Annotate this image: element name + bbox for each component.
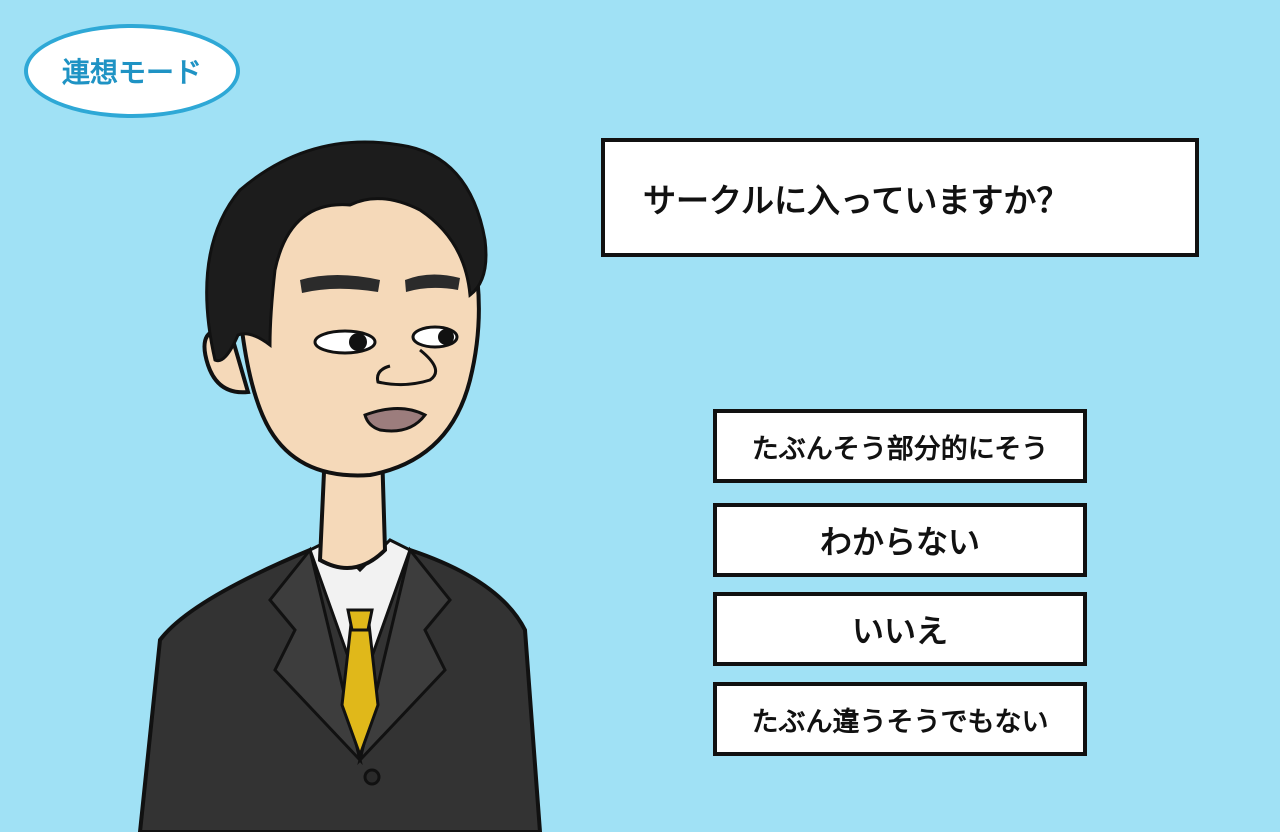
question-box: サークルに入っていますか？ <box>601 138 1199 257</box>
character-illustration <box>137 140 543 832</box>
answer-label: たぶんそう部分的にそう <box>751 433 1049 465</box>
question-text: サークルに入っていますか？ <box>643 180 1070 220</box>
answer-label: いいえ <box>851 612 948 650</box>
jacket-button <box>363 768 381 786</box>
answer-probably-not-button[interactable]: たぶん違うそうでもない <box>713 682 1087 756</box>
answer-label: わからない <box>819 523 980 561</box>
answer-probably-yes-button[interactable]: たぶんそう部分的にそう <box>713 409 1087 483</box>
mode-badge[interactable]: 連想モード <box>24 24 240 118</box>
answer-no-button[interactable]: いいえ <box>713 592 1087 666</box>
answer-dont-know-button[interactable]: わからない <box>713 503 1087 577</box>
mode-label: 連想モード <box>61 56 202 89</box>
answer-label: たぶん違うそうでもない <box>751 706 1049 738</box>
